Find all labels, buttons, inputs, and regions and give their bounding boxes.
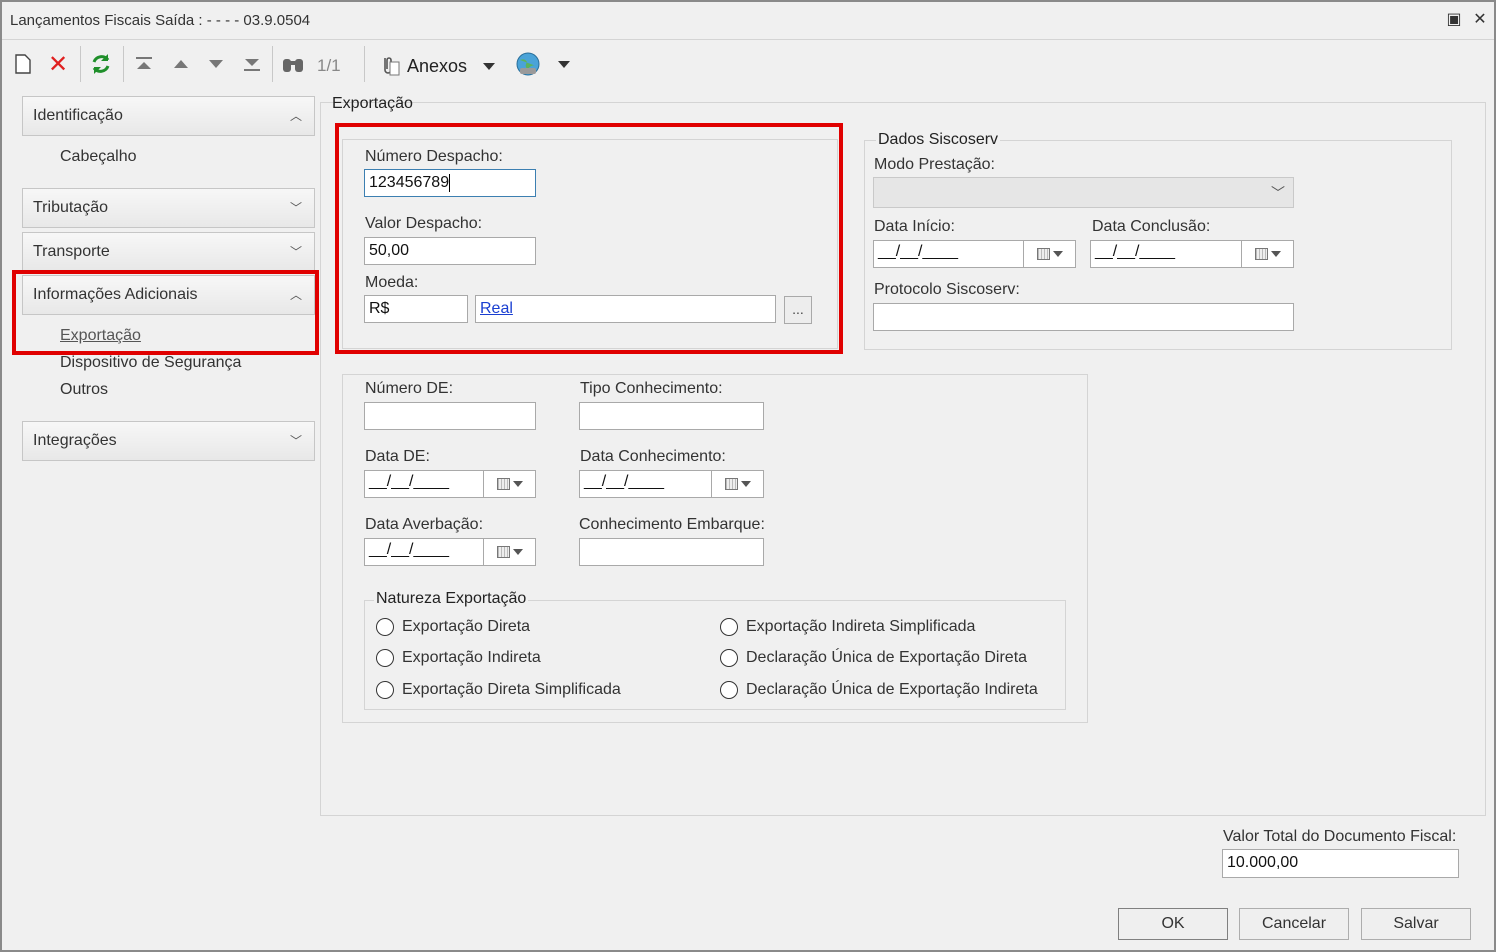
nav-item-outros[interactable]: Outros (60, 381, 108, 399)
valor-total-input[interactable]: 10.000,00 (1222, 849, 1459, 878)
save-button[interactable]: Salvar (1361, 908, 1471, 940)
data-conhecimento-value: __/__/____ (584, 473, 665, 490)
anexos-label: Anexos (407, 55, 468, 76)
chevron-down-icon: ﹀ (289, 245, 302, 259)
anexos-dropdown-button[interactable]: Anexos (377, 54, 496, 78)
nav-group-tributacao[interactable]: Tributação ﹀ (22, 188, 315, 228)
refresh-icon[interactable] (88, 50, 114, 78)
annotation-highlight-sidebar (12, 270, 319, 355)
natureza-exportacao-title: Natureza Exportação (374, 590, 529, 608)
protocolo-label: Protocolo Siscoserv: (874, 281, 1020, 298)
conhecimento-embarque-label: Conhecimento Embarque: (579, 516, 765, 533)
radio-label: Declaração Única de Exportação Indireta (746, 681, 1038, 698)
globe-icon (516, 52, 540, 76)
radio-due-direta[interactable]: Declaração Única de Exportação Direta (720, 649, 1027, 667)
dialog-window: Lançamentos Fiscais Saída : - - - - 03.9… (0, 0, 1496, 952)
radio-button-icon[interactable] (376, 681, 394, 699)
siscoserv-title: Dados Siscoserv (876, 131, 1001, 149)
radio-exportacao-indireta-simplificada[interactable]: Exportação Indireta Simplificada (720, 618, 975, 636)
radio-due-indireta[interactable]: Declaração Única de Exportação Indireta (720, 681, 1038, 699)
radio-label: Exportação Direta Simplificada (402, 681, 621, 698)
radio-button-icon[interactable] (376, 649, 394, 667)
calendar-icon[interactable] (1023, 241, 1075, 267)
new-document-icon[interactable] (12, 50, 34, 78)
next-record-icon[interactable] (204, 50, 228, 78)
previous-record-icon[interactable] (169, 50, 193, 78)
data-de-value: __/__/____ (369, 473, 450, 490)
data-conhecimento-label: Data Conhecimento: (580, 448, 726, 465)
tipo-conhecimento-label: Tipo Conhecimento: (580, 380, 723, 397)
radio-exportacao-direta-simplificada[interactable]: Exportação Direta Simplificada (376, 681, 621, 699)
numero-de-label: Número DE: (365, 380, 454, 397)
data-averbacao-input[interactable]: __/__/____ (364, 538, 536, 566)
data-inicio-value: __/__/____ (878, 243, 959, 260)
nav-group-label: Tributação (33, 199, 108, 216)
nav-item-dispositivo-seguranca[interactable]: Dispositivo de Segurança (60, 354, 241, 372)
calendar-icon[interactable] (483, 471, 535, 497)
annotation-highlight-despacho (335, 123, 843, 354)
title-bar: Lançamentos Fiscais Saída : - - - - 03.9… (2, 2, 1494, 40)
nav-group-integracoes[interactable]: Integrações ﹀ (22, 421, 315, 461)
numero-de-input[interactable] (364, 402, 536, 430)
chevron-down-icon (558, 60, 570, 68)
nav-group-label: Identificação (33, 107, 123, 124)
radio-button-icon[interactable] (720, 681, 738, 699)
nav-item-cabecalho[interactable]: Cabeçalho (60, 148, 137, 166)
radio-button-icon[interactable] (720, 618, 738, 636)
data-conhecimento-input[interactable]: __/__/____ (579, 470, 764, 498)
last-record-icon[interactable] (240, 50, 264, 78)
maximize-icon[interactable]: ▣ (1442, 8, 1466, 32)
radio-button-icon[interactable] (720, 649, 738, 667)
chevron-up-icon: ︿ (289, 109, 302, 123)
nav-group-identificacao[interactable]: Identificação ︿ (22, 96, 315, 136)
data-averbacao-label: Data Averbação: (365, 516, 484, 533)
radio-button-icon[interactable] (376, 618, 394, 636)
chevron-down-icon (483, 62, 496, 70)
record-counter: 1/1 (317, 56, 341, 75)
data-inicio-label: Data Início: (874, 218, 955, 235)
data-de-label: Data DE: (365, 448, 430, 465)
data-conclusao-input[interactable]: __/__/____ (1090, 240, 1294, 268)
radio-exportacao-direta[interactable]: Exportação Direta (376, 618, 530, 636)
search-binoculars-icon[interactable] (280, 50, 306, 78)
calendar-icon[interactable] (1241, 241, 1293, 267)
globe-dropdown-button[interactable] (512, 50, 572, 78)
conhecimento-embarque-input[interactable] (579, 538, 764, 566)
protocolo-input[interactable] (873, 303, 1294, 331)
radio-exportacao-indireta[interactable]: Exportação Indireta (376, 649, 541, 667)
data-conclusao-label: Data Conclusão: (1092, 218, 1211, 235)
modo-prestacao-label: Modo Prestação: (874, 156, 995, 173)
modo-prestacao-select[interactable]: ﹀ (873, 177, 1294, 208)
data-conclusao-value: __/__/____ (1095, 243, 1176, 260)
ok-button[interactable]: OK (1118, 908, 1228, 940)
data-averbacao-value: __/__/____ (369, 541, 450, 558)
calendar-icon[interactable] (483, 539, 535, 565)
valor-total-label: Valor Total do Documento Fiscal: (1223, 828, 1457, 845)
calendar-icon[interactable] (711, 471, 763, 497)
section-title-exportacao: Exportação (332, 95, 413, 112)
tipo-conhecimento-input[interactable] (579, 402, 764, 430)
radio-label: Exportação Indireta (402, 649, 541, 666)
cancel-button[interactable]: Cancelar (1239, 908, 1349, 940)
toolbar: ✕ 1/1 Anexos (2, 42, 1494, 86)
nav-group-label: Integrações (33, 432, 117, 449)
data-inicio-input[interactable]: __/__/____ (873, 240, 1076, 268)
chevron-down-icon: ﹀ (289, 434, 302, 448)
attachment-icon (384, 57, 400, 76)
chevron-down-icon: ﹀ (1271, 185, 1285, 201)
delete-icon[interactable]: ✕ (46, 50, 70, 78)
data-de-input[interactable]: __/__/____ (364, 470, 536, 498)
first-record-icon[interactable] (132, 50, 156, 78)
radio-label: Exportação Indireta Simplificada (746, 618, 976, 635)
radio-label: Declaração Única de Exportação Direta (746, 649, 1028, 666)
nav-group-label: Transporte (33, 243, 110, 260)
window-title: Lançamentos Fiscais Saída : - - - - 03.9… (10, 12, 311, 29)
chevron-down-icon: ﹀ (289, 201, 302, 215)
nav-group-transporte[interactable]: Transporte ﹀ (22, 232, 315, 272)
close-icon[interactable]: ✕ (1468, 8, 1492, 32)
radio-label: Exportação Direta (402, 618, 531, 635)
